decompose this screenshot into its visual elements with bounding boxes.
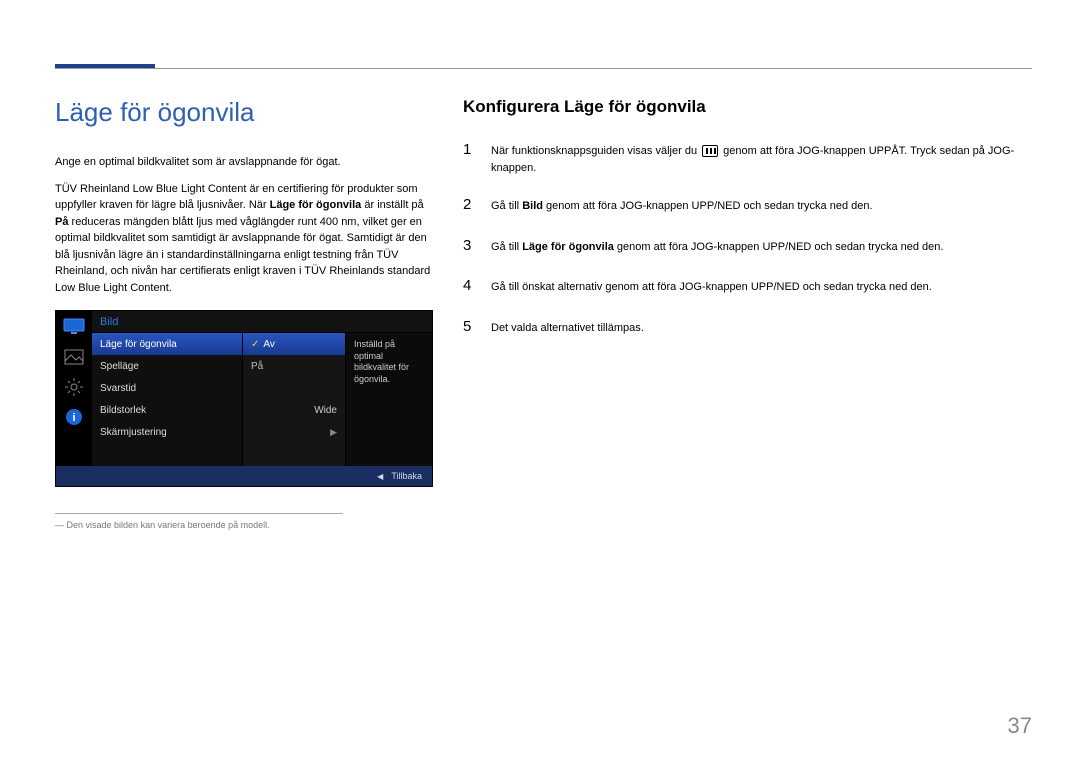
osd-value-wide: Wide <box>243 399 345 421</box>
triangle-left-icon: ◀ <box>377 472 383 481</box>
intro-paragraph-2: TÜV Rheinland Low Blue Light Content är … <box>55 181 435 297</box>
osd-screenshot: i Bild Läge för ögonvila Spelläge Svarst… <box>55 310 433 487</box>
step-5-text: Det valda alternativet tillämpas. <box>491 320 644 337</box>
osd-value-off-label: Av <box>263 339 275 350</box>
page-content: Läge för ögonvila Ange en optimal bildkv… <box>55 97 1032 530</box>
settings-icon <box>63 377 85 397</box>
intro2-bold1: Läge för ögonvila <box>270 199 362 211</box>
menu-bars-icon <box>702 145 718 157</box>
osd-description: Inställd på optimal bildkvalitet för ögo… <box>346 333 432 466</box>
intro-paragraph-1: Ange en optimal bildkvalitet som är avsl… <box>55 154 435 171</box>
picture-icon <box>63 347 85 367</box>
step-1: När funktionsknappsguiden visas väljer d… <box>463 139 1032 176</box>
subsection-title: Konfigurera Läge för ögonvila <box>463 97 1032 117</box>
footnote-dash: ― <box>55 520 64 530</box>
osd-value-wide-label: Wide <box>314 405 337 416</box>
osd-value-off: ✓ Av <box>243 333 345 355</box>
osd-header-title: Bild <box>100 316 250 328</box>
section-title: Läge för ögonvila <box>55 97 435 128</box>
info-icon: i <box>63 407 85 427</box>
monitor-icon <box>63 317 85 337</box>
chevron-right-icon: ▶ <box>330 427 337 438</box>
step-4-text: Gå till önskat alternativ genom att föra… <box>491 279 932 296</box>
step-1-text: När funktionsknappsguiden visas väljer d… <box>491 143 1032 176</box>
step2-pre: Gå till <box>491 200 522 212</box>
step-2-text: Gå till Bild genom att föra JOG-knappen … <box>491 198 873 215</box>
osd-value-on: På <box>243 355 345 377</box>
osd-value-arrow: ▶ <box>243 421 345 443</box>
header-rule <box>55 68 1032 69</box>
step-2: Gå till Bild genom att föra JOG-knappen … <box>463 194 1032 217</box>
step2-bold: Bild <box>522 200 543 212</box>
step3-post: genom att föra JOG-knappen UPP/NED och s… <box>614 241 944 253</box>
osd-menu-item-eyesaver: Läge för ögonvila <box>92 333 242 355</box>
steps-list: När funktionsknappsguiden visas väljer d… <box>463 139 1032 338</box>
osd-rows: Läge för ögonvila Spelläge Svarstid Bild… <box>92 333 432 466</box>
intro2-post: reduceras mängden blått ljus med vågläng… <box>55 216 430 294</box>
step2-post: genom att föra JOG-knappen UPP/NED och s… <box>543 200 873 212</box>
osd-main: Bild Läge för ögonvila Spelläge Svarstid… <box>92 311 432 466</box>
osd-menu-item-response: Svarstid <box>92 377 242 399</box>
osd-footer-back: Tillbaka <box>391 471 422 481</box>
osd-menu-list: Läge för ögonvila Spelläge Svarstid Bild… <box>92 333 242 466</box>
intro2-bold2: På <box>55 216 68 228</box>
osd-footer: ◀ Tillbaka <box>56 466 432 486</box>
check-icon: ✓ <box>251 339 259 350</box>
osd-menu-item-gamemode: Spelläge <box>92 355 242 377</box>
page-number: 37 <box>1008 713 1032 739</box>
osd-header: Bild <box>92 311 432 333</box>
step3-pre: Gå till <box>491 241 522 253</box>
osd-value-list: ✓ Av På Wide ▶ <box>242 333 346 466</box>
step1-pre: När funktionsknappsguiden visas väljer d… <box>491 145 700 157</box>
osd-iconbar: i <box>56 311 92 466</box>
right-column: Konfigurera Läge för ögonvila När funkti… <box>463 97 1032 530</box>
svg-text:i: i <box>72 412 75 424</box>
step-4: Gå till önskat alternativ genom att föra… <box>463 275 1032 298</box>
step3-bold: Läge för ögonvila <box>522 241 614 253</box>
footnote: ― Den visade bilden kan variera beroende… <box>55 513 343 530</box>
step-3-text: Gå till Läge för ögonvila genom att föra… <box>491 239 943 256</box>
step-3: Gå till Läge för ögonvila genom att föra… <box>463 235 1032 258</box>
step-5: Det valda alternativet tillämpas. <box>463 316 1032 339</box>
footnote-text: Den visade bilden kan variera beroende p… <box>67 520 270 530</box>
osd-body: i Bild Läge för ögonvila Spelläge Svarst… <box>56 311 432 466</box>
left-column: Läge för ögonvila Ange en optimal bildkv… <box>55 97 435 530</box>
osd-menu-item-adjust: Skärmjustering <box>92 421 242 443</box>
osd-value-blank1 <box>243 377 345 399</box>
intro2-mid: är inställt på <box>361 199 423 211</box>
osd-menu-item-size: Bildstorlek <box>92 399 242 421</box>
